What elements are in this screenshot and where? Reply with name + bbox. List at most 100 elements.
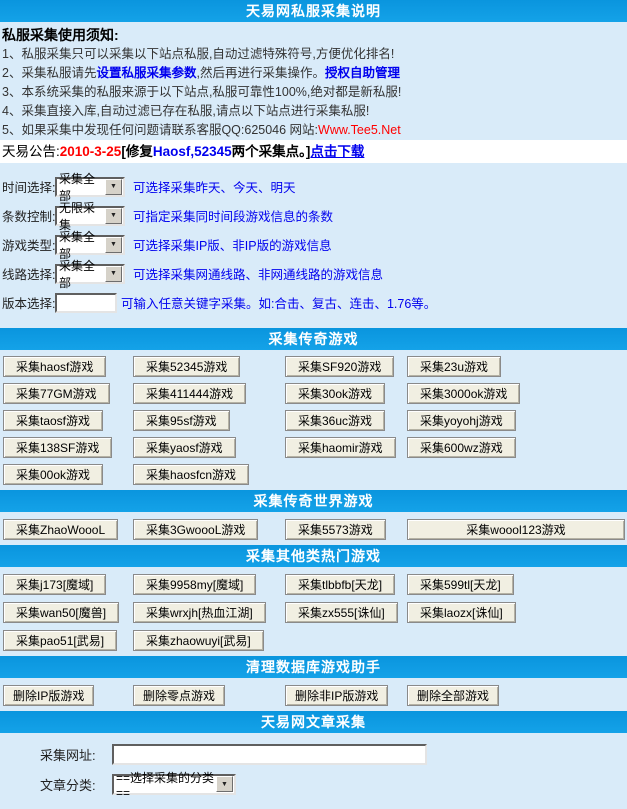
chevron-down-icon[interactable]: ▼ xyxy=(105,208,122,224)
collect-game-button[interactable]: 采集yoyohj游戏 xyxy=(407,410,516,431)
filter-row-type: 游戏类型: 采集全部▼ 可选择采集IP版、非IP版的游戏信息 xyxy=(0,230,627,259)
announce-date: 2010-3-25 xyxy=(60,144,122,159)
version-label: 版本选择: xyxy=(0,293,55,312)
url-input[interactable] xyxy=(112,744,427,765)
announce-text: 两个采集点。] xyxy=(232,144,311,159)
announce-text: [修复 xyxy=(121,144,153,159)
filter-row-line: 线路选择: 采集全部▼ 可选择采集网通线路、非网通线路的游戏信息 xyxy=(0,259,627,288)
collect-game-button[interactable]: 采集pao51[武易] xyxy=(3,630,117,651)
button-row: 采集pao51[武易] 采集zhaowuyi[武易] xyxy=(0,626,627,654)
notice-text: 1、私服采集只可以采集以下站点私服,自动过滤特殊符号,方便优化排名! xyxy=(2,47,394,61)
collect-game-button[interactable]: 采集77GM游戏 xyxy=(3,383,110,404)
notice-panel: 私服采集使用须知: 1、私服采集只可以采集以下站点私服,自动过滤特殊符号,方便优… xyxy=(0,22,627,140)
category-label: 文章分类: xyxy=(40,775,112,794)
collect-game-button[interactable]: 采集5573游戏 xyxy=(285,519,386,540)
clean-button-grid: 删除IP版游戏 删除零点游戏 删除非IP版游戏 删除全部游戏 xyxy=(0,678,627,711)
collect-game-button[interactable]: 采集wrxjh[热血江湖] xyxy=(133,602,266,623)
button-row: 删除IP版游戏 删除零点游戏 删除非IP版游戏 删除全部游戏 xyxy=(0,681,627,709)
section-header-article: 天易网文章采集 xyxy=(0,711,627,733)
woool-button-grid: 采集ZhaoWoooL 采集3GwoooL游戏 采集5573游戏 采集woool… xyxy=(0,512,627,545)
filter-row-version: 版本选择: 可输入任意关键字采集。如:合击、复古、连击、1.76等。 xyxy=(0,288,627,317)
notice-text: 5、如果采集中发现任何问题请联系客服QQ:625046 网站: xyxy=(2,123,318,137)
category-select[interactable]: ==选择采集的分类==▼ xyxy=(112,774,236,795)
collect-game-button[interactable]: 采集woool123游戏 xyxy=(407,519,625,540)
collect-game-button[interactable]: 采集9958my[魔域] xyxy=(133,574,256,595)
collect-game-button[interactable]: 采集3000ok游戏 xyxy=(407,383,520,404)
collect-game-button[interactable]: 采集36uc游戏 xyxy=(285,410,385,431)
collect-game-button[interactable]: 采集laozx[诛仙] xyxy=(407,602,516,623)
count-help: 可指定采集同时间段游戏信息的条数 xyxy=(133,206,333,225)
delete-games-button[interactable]: 删除IP版游戏 xyxy=(3,685,94,706)
collect-game-button[interactable]: 采集yaosf游戏 xyxy=(133,437,236,458)
collect-game-button[interactable]: 采集zhaowuyi[武易] xyxy=(133,630,264,651)
collect-game-button[interactable]: 采集SF920游戏 xyxy=(285,356,394,377)
collect-game-button[interactable]: 采集600wz游戏 xyxy=(407,437,516,458)
button-row: 采集00ok游戏 采集haosfcn游戏 xyxy=(0,461,627,488)
collect-game-button[interactable]: 采集zx555[诛仙] xyxy=(285,602,398,623)
legend-button-grid: 采集haosf游戏 采集52345游戏 采集SF920游戏 采集23u游戏 采集… xyxy=(0,350,627,490)
collect-game-button[interactable]: 采集138SF游戏 xyxy=(3,437,112,458)
collect-game-button[interactable]: 采集23u游戏 xyxy=(407,356,501,377)
chevron-down-icon[interactable]: ▼ xyxy=(105,179,122,195)
announce-label: 天易公告: xyxy=(2,144,60,159)
article-form: 采集网址: 文章分类: ==选择采集的分类==▼ xyxy=(0,733,627,809)
collect-game-button[interactable]: 采集ZhaoWoooL xyxy=(3,519,118,540)
collect-game-button[interactable]: 采集30ok游戏 xyxy=(285,383,385,404)
time-label: 时间选择: xyxy=(0,177,55,196)
chevron-down-icon[interactable]: ▼ xyxy=(105,266,122,282)
collect-game-button[interactable]: 采集599tl[天龙] xyxy=(407,574,514,595)
auth-manage-link[interactable]: 授权自助管理 xyxy=(325,66,400,80)
download-link[interactable]: 点击下载 xyxy=(310,144,364,159)
type-label: 游戏类型: xyxy=(0,235,55,254)
notice-text: 3、本系统采集的私服来源于以下站点,私服可靠性100%,绝对都是新私服! xyxy=(2,85,401,99)
collect-game-button[interactable]: 采集wan50[魔兽] xyxy=(3,602,119,623)
delete-games-button[interactable]: 删除零点游戏 xyxy=(133,685,225,706)
url-label: 采集网址: xyxy=(40,745,112,764)
line-help: 可选择采集网通线路、非网通线路的游戏信息 xyxy=(133,264,383,283)
delete-games-button[interactable]: 删除非IP版游戏 xyxy=(285,685,388,706)
notice-line-5: 5、如果采集中发现任何问题请联系客服QQ:625046 网站:Www.Tee5.… xyxy=(2,121,627,140)
line-select-value: 采集全部 xyxy=(59,257,105,291)
collect-game-button[interactable]: 采集j173[魔域] xyxy=(3,574,106,595)
notice-text: ,然后再进行采集操作。 xyxy=(196,66,324,80)
collect-game-button[interactable]: 采集haomir游戏 xyxy=(285,437,396,458)
announce-fixed-sites: Haosf,52345 xyxy=(153,144,232,159)
site-link[interactable]: Www.Tee5.Net xyxy=(318,123,401,137)
chevron-down-icon[interactable]: ▼ xyxy=(105,237,122,253)
collect-game-button[interactable]: 采集00ok游戏 xyxy=(3,464,103,485)
collect-game-button[interactable]: 采集52345游戏 xyxy=(133,356,240,377)
version-input[interactable] xyxy=(55,293,117,313)
collect-game-button[interactable]: 采集haosf游戏 xyxy=(3,356,106,377)
collect-game-button[interactable]: 采集haosfcn游戏 xyxy=(133,464,249,485)
collect-game-button[interactable]: 采集95sf游戏 xyxy=(133,410,230,431)
announcement-bar: 天易公告:2010-3-25[修复Haosf,52345两个采集点。]点击下载 xyxy=(0,140,627,163)
page: 天易网私服采集说明 私服采集使用须知: 1、私服采集只可以采集以下站点私服,自动… xyxy=(0,0,627,809)
filter-form: 时间选择: 采集全部▼ 可选择采集昨天、今天、明天 条数控制: 无限采集▼ 可指… xyxy=(0,163,627,328)
notice-text: 4、采集直接入库,自动过滤已存在私服,请点以下站点进行采集私服! xyxy=(2,104,369,118)
count-label: 条数控制: xyxy=(0,206,55,225)
count-select[interactable]: 无限采集▼ xyxy=(55,206,125,226)
button-row: 采集j173[魔域] 采集9958my[魔域] 采集tlbbfb[天龙] 采集5… xyxy=(0,570,627,598)
filter-row-time: 时间选择: 采集全部▼ 可选择采集昨天、今天、明天 xyxy=(0,172,627,201)
article-category-row: 文章分类: ==选择采集的分类==▼ xyxy=(0,769,627,799)
notice-line-3: 3、本系统采集的私服来源于以下站点,私服可靠性100%,绝对都是新私服! xyxy=(2,83,627,102)
type-select[interactable]: 采集全部▼ xyxy=(55,235,125,255)
line-select[interactable]: 采集全部▼ xyxy=(55,264,125,284)
time-select[interactable]: 采集全部▼ xyxy=(55,177,125,197)
notice-text: 2、采集私服请先 xyxy=(2,66,96,80)
button-row: 采集taosf游戏 采集95sf游戏 采集36uc游戏 采集yoyohj游戏 xyxy=(0,407,627,434)
filter-row-count: 条数控制: 无限采集▼ 可指定采集同时间段游戏信息的条数 xyxy=(0,201,627,230)
collect-game-button[interactable]: 采集3GwoooL游戏 xyxy=(133,519,258,540)
section-header-clean: 清理数据库游戏助手 xyxy=(0,656,627,678)
button-row: 采集wan50[魔兽] 采集wrxjh[热血江湖] 采集zx555[诛仙] 采集… xyxy=(0,598,627,626)
time-help: 可选择采集昨天、今天、明天 xyxy=(133,177,296,196)
collect-game-button[interactable]: 采集tlbbfb[天龙] xyxy=(285,574,395,595)
collect-game-button[interactable]: 采集411444游戏 xyxy=(133,383,246,404)
section-header-woool: 采集传奇世界游戏 xyxy=(0,490,627,512)
type-help: 可选择采集IP版、非IP版的游戏信息 xyxy=(133,235,332,254)
set-params-link[interactable]: 设置私服采集参数 xyxy=(96,66,196,80)
chevron-down-icon[interactable]: ▼ xyxy=(216,776,233,792)
delete-games-button[interactable]: 删除全部游戏 xyxy=(407,685,499,706)
button-row: 采集ZhaoWoooL 采集3GwoooL游戏 采集5573游戏 采集woool… xyxy=(0,515,627,543)
collect-game-button[interactable]: 采集taosf游戏 xyxy=(3,410,103,431)
